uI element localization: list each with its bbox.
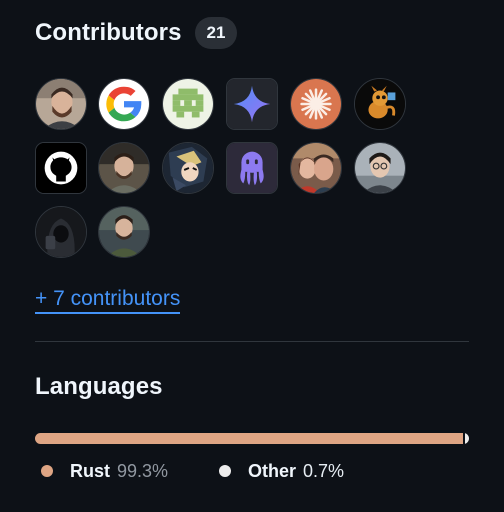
avatar-dragon[interactable] — [354, 78, 406, 130]
avatar-hooded[interactable] — [35, 206, 87, 258]
avatar-anime[interactable] — [162, 142, 214, 194]
languages-heading: Languages — [35, 373, 163, 400]
contributors-count-badge: 21 — [195, 17, 237, 49]
avatar-person-2[interactable] — [98, 142, 150, 194]
section-divider — [35, 341, 469, 342]
avatar-google[interactable] — [98, 78, 150, 130]
language-bar — [35, 433, 469, 444]
language-bar-segment-other[interactable] — [465, 433, 469, 444]
avatar-claude[interactable] — [290, 78, 342, 130]
legend-item-rust[interactable]: Rust 99.3% — [41, 459, 168, 483]
legend-name: Other — [248, 460, 297, 481]
avatar-green-pixel[interactable] — [162, 78, 214, 130]
avatar-person-glasses[interactable] — [354, 142, 406, 194]
avatar-github[interactable] — [35, 142, 87, 194]
rust-color-dot — [41, 465, 53, 477]
avatar-person-beard-1[interactable] — [35, 78, 87, 130]
avatar-gemini[interactable] — [226, 78, 278, 130]
contributors-heading[interactable]: Contributors — [35, 19, 182, 47]
legend-item-other[interactable]: Other 0.7% — [219, 459, 344, 483]
other-color-dot — [219, 465, 231, 477]
language-bar-segment-rust[interactable] — [35, 433, 463, 444]
legend-percent: 99.3% — [117, 460, 169, 481]
avatar-octopus[interactable] — [226, 142, 278, 194]
legend-percent: 0.7% — [303, 460, 345, 481]
more-contributors-link[interactable]: + 7 contributors — [35, 287, 181, 314]
legend-name: Rust — [70, 460, 110, 481]
repo-sidebar: Contributors 21 + 7 contributors Languag… — [0, 0, 504, 512]
avatar-person-3[interactable] — [98, 206, 150, 258]
avatar-couple[interactable] — [290, 142, 342, 194]
